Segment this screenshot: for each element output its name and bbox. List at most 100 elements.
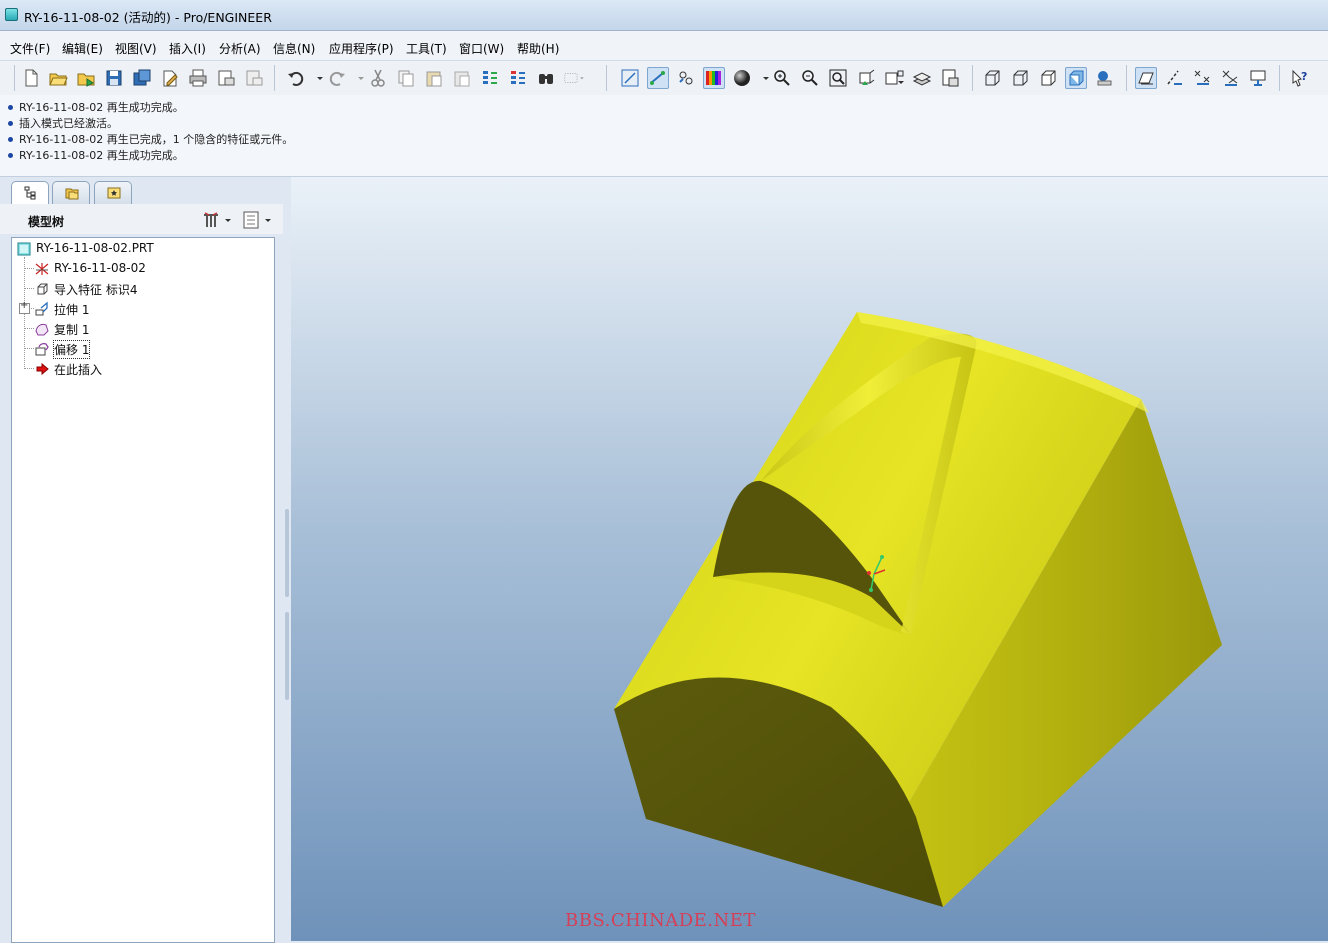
axis-tag-display-icon[interactable] xyxy=(1163,67,1185,89)
info-bullet-icon xyxy=(8,136,13,142)
redo-dropdown-icon[interactable] xyxy=(350,67,364,89)
hidden-line-display-icon[interactable] xyxy=(1009,67,1031,89)
paste-icon[interactable] xyxy=(423,67,445,89)
tab-favorites[interactable] xyxy=(94,181,132,204)
cut-icon[interactable] xyxy=(367,67,389,89)
panel-splitter[interactable] xyxy=(283,177,291,941)
view-manager-icon[interactable] xyxy=(939,67,961,89)
new-file-icon[interactable] xyxy=(20,67,42,89)
message-line: RY-16-11-08-02 再生成功完成。 xyxy=(8,147,184,163)
copy-icon[interactable] xyxy=(395,67,417,89)
refit-icon[interactable] xyxy=(827,67,849,89)
save-icon[interactable] xyxy=(103,67,125,89)
appearance-sphere-icon[interactable] xyxy=(731,67,753,89)
menu-edit[interactable]: 编辑(E) xyxy=(62,40,103,57)
regenerate-icon[interactable] xyxy=(479,67,501,89)
tree-node-label: 在此插入 xyxy=(54,363,103,377)
selection-box-dropdown[interactable] xyxy=(563,67,599,89)
model-canvas[interactable] xyxy=(291,177,1328,941)
wireframe-display-icon[interactable] xyxy=(981,67,1003,89)
csys-tag-display-icon[interactable] xyxy=(1219,67,1241,89)
shading-display-icon[interactable] xyxy=(1065,67,1087,89)
undo-icon[interactable] xyxy=(285,67,307,89)
watermark-text: BBS.CHINADE.NET xyxy=(565,910,756,931)
tree-node-label: 偏移 1 xyxy=(52,340,91,359)
menu-window[interactable]: 窗口(W) xyxy=(459,40,504,57)
open-folder-icon[interactable] xyxy=(47,67,69,89)
print-icon[interactable] xyxy=(187,67,209,89)
menu-file[interactable]: 文件(F) xyxy=(10,40,50,57)
model-display-icon[interactable] xyxy=(1093,67,1115,89)
rename-icon[interactable] xyxy=(159,67,181,89)
main-toolbar: ? xyxy=(0,60,1328,96)
coordinate-system-icon xyxy=(34,261,50,277)
appearance-dropdown-icon[interactable] xyxy=(755,67,769,89)
window-title: RY-16-11-08-02 (活动的) - Pro/ENGINEER xyxy=(24,10,272,25)
datum-axis-display-icon[interactable] xyxy=(647,67,669,89)
menu-help[interactable]: 帮助(H) xyxy=(517,40,559,57)
tab-model-tree[interactable] xyxy=(11,181,49,204)
menu-info[interactable]: 信息(N) xyxy=(273,40,315,57)
context-help-icon[interactable]: ? xyxy=(1289,67,1311,89)
regeneration-manager-icon[interactable] xyxy=(507,67,529,89)
undo-dropdown-icon[interactable] xyxy=(309,67,323,89)
copy-surface-icon xyxy=(34,321,50,337)
sash-handle[interactable] xyxy=(285,612,289,700)
message-area: RY-16-11-08-02 再生成功完成。 插入模式已经激活。 RY-16-1… xyxy=(0,95,1328,177)
menu-analysis[interactable]: 分析(A) xyxy=(219,40,261,57)
plane-tag-display-icon[interactable] xyxy=(1135,67,1157,89)
tree-connector xyxy=(24,268,34,269)
message-line: 插入模式已经激活。 xyxy=(8,115,118,131)
datum-point-display-icon[interactable] xyxy=(675,67,697,89)
toolbar-separator xyxy=(1279,65,1280,91)
layers-icon[interactable] xyxy=(911,67,933,89)
sash-handle[interactable] xyxy=(285,509,289,597)
zoom-in-icon[interactable] xyxy=(771,67,793,89)
datum-plane-display-icon[interactable] xyxy=(619,67,641,89)
redo-icon[interactable] xyxy=(326,67,348,89)
no-hidden-display-icon[interactable] xyxy=(1037,67,1059,89)
model-tree: RY-16-11-08-02.PRT RY-16-11-08-02 导入特征 标… xyxy=(11,237,275,943)
toolbar-separator xyxy=(1126,65,1127,91)
tree-connector xyxy=(24,288,34,289)
zoom-out-icon[interactable] xyxy=(799,67,821,89)
send-mail-attachment-icon[interactable] xyxy=(243,67,265,89)
tree-connector xyxy=(24,328,34,329)
menu-view[interactable]: 视图(V) xyxy=(115,40,157,57)
tree-expand-toggle[interactable] xyxy=(19,300,30,314)
toolbar-separator xyxy=(606,65,607,91)
part-icon xyxy=(16,241,32,257)
title-bar: RY-16-11-08-02 (活动的) - Pro/ENGINEER xyxy=(0,0,1328,31)
folder-browser-tab-icon xyxy=(65,186,79,200)
svg-text:?: ? xyxy=(1301,70,1307,83)
tree-settings-button[interactable] xyxy=(201,209,233,231)
tree-show-button[interactable] xyxy=(241,209,273,231)
find-binoculars-icon[interactable] xyxy=(535,67,557,89)
message-line: RY-16-11-08-02 再生成功完成。 xyxy=(8,99,184,115)
model-tree-tab-icon xyxy=(24,186,38,200)
menu-tools[interactable]: 工具(T) xyxy=(406,40,447,57)
extrude-icon xyxy=(34,301,50,317)
tree-connector xyxy=(24,348,34,349)
send-mail-icon[interactable] xyxy=(215,67,237,89)
point-tag-display-icon[interactable] xyxy=(1191,67,1213,89)
navigator-panel: 模型树 RY-16-11-08-02.PRT RY-16-11-08-02 导入… xyxy=(0,177,283,943)
model-tree-title: 模型树 xyxy=(28,215,65,229)
reorient-icon[interactable] xyxy=(855,67,877,89)
save-copy-icon[interactable] xyxy=(131,67,153,89)
info-bullet-icon xyxy=(8,120,13,126)
annotation-display-icon[interactable] xyxy=(1247,67,1269,89)
set-working-directory-icon[interactable] xyxy=(75,67,97,89)
saved-views-icon[interactable] xyxy=(883,67,905,89)
offset-icon xyxy=(34,341,50,357)
favorites-tab-icon xyxy=(107,186,121,200)
tab-folder-browser[interactable] xyxy=(52,181,90,204)
toolbar-separator xyxy=(274,65,275,91)
paste-special-icon[interactable] xyxy=(451,67,473,89)
appearance-color-icon[interactable] xyxy=(703,67,725,89)
menu-insert[interactable]: 插入(I) xyxy=(169,40,206,57)
tree-node-label: 复制 1 xyxy=(54,323,90,337)
model-tree-header: 模型树 xyxy=(0,204,283,234)
menu-applications[interactable]: 应用程序(P) xyxy=(329,40,394,57)
graphics-viewport[interactable]: BBS.CHINADE.NET xyxy=(291,177,1328,941)
